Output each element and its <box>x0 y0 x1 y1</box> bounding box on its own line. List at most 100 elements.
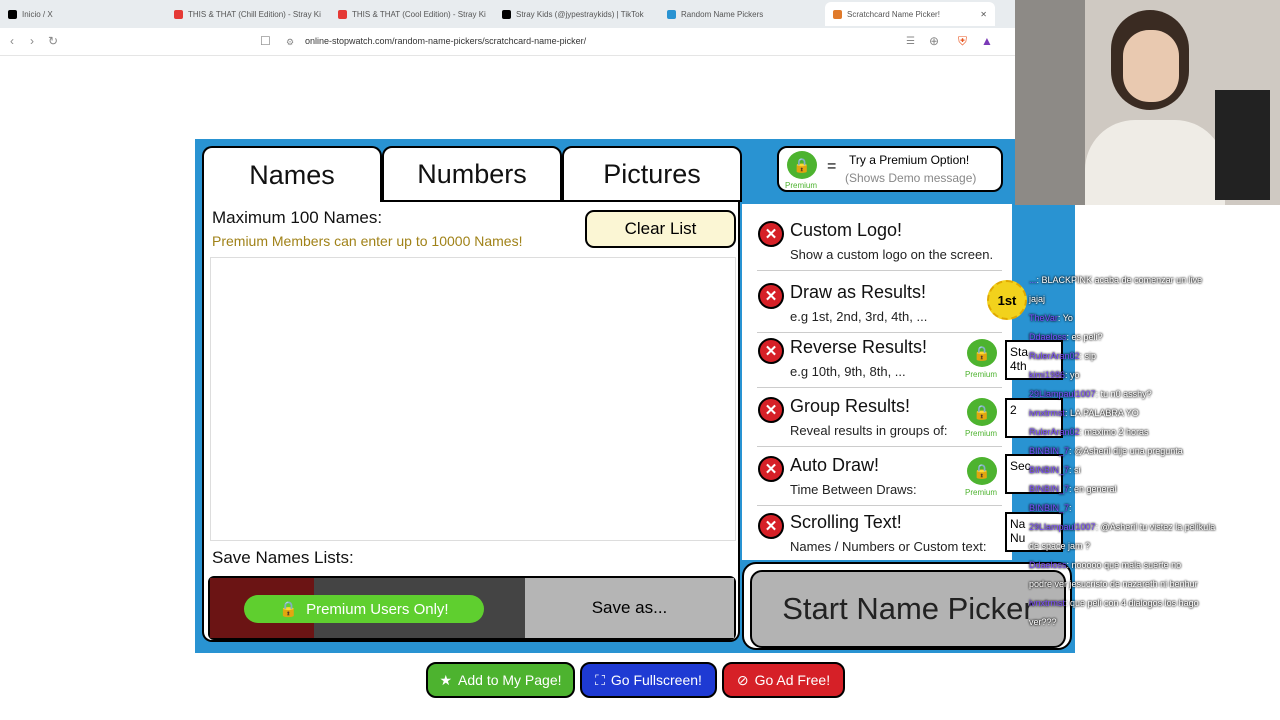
chat-username: BINBIN_7 <box>1029 503 1070 513</box>
reload-icon[interactable]: ↻ <box>48 34 58 48</box>
feature-title: Draw as Results! <box>790 282 927 302</box>
feature-subtitle: Names / Numbers or Custom text: <box>790 539 987 554</box>
feature-row[interactable]: ✕ Scrolling Text! Names / Numbers or Custo… <box>757 508 1002 563</box>
disabled-x-icon[interactable]: ✕ <box>758 456 784 482</box>
browser-tab-label: Scratchcard Name Picker! <box>847 9 940 19</box>
feature-row[interactable]: ✕ Reverse Results! e.g 10th, 9th, 8th, ...… <box>757 333 1002 388</box>
webcam-microphone <box>1215 90 1270 200</box>
chat-username: 29Llampaul1007 <box>1029 389 1096 399</box>
chat-message: de space jam ? <box>1029 541 1090 551</box>
chat-username: kimi1986 <box>1029 370 1066 380</box>
disabled-x-icon[interactable]: ✕ <box>758 397 784 423</box>
chat-text: : yo <box>1065 370 1080 380</box>
clear-list-button[interactable]: Clear List <box>585 210 736 248</box>
premium-lock-icon[interactable]: 🔒 <box>967 398 997 426</box>
chat-message: RulerAran02: maximo 2 horas <box>1029 427 1149 437</box>
chat-overlay: ...: BLACKPINK acaba de comenzar un live… <box>1023 205 1275 627</box>
chat-text: ver??? <box>1029 617 1057 627</box>
chat-text: jajaj <box>1029 294 1046 304</box>
feature-row[interactable]: ✕ Group Results! Reveal results in groups … <box>757 392 1002 447</box>
browser-tab[interactable]: THIS & THAT (Chill Edition) - Stray Ki <box>174 4 324 24</box>
translate-icon[interactable]: ☰ <box>906 36 915 47</box>
url-field[interactable]: online-stopwatch.com/random-name-pickers… <box>305 36 586 46</box>
premium-users-only-label: Premium Users Only! <box>306 600 449 618</box>
chat-username: BINBIN_7 <box>1029 465 1070 475</box>
browser-tab[interactable]: Stray Kids (@jypestraykids) | TikTok <box>502 4 652 24</box>
browser-tab[interactable]: THIS & THAT (Cool Edition) - Stray Ki <box>338 4 488 24</box>
chat-text: : Yo <box>1057 313 1073 323</box>
tab-pictures[interactable]: Pictures <box>562 146 742 202</box>
disabled-x-icon[interactable]: ✕ <box>758 338 784 364</box>
close-tab-icon[interactable]: ✕ <box>980 10 987 19</box>
webcam-face <box>1123 30 1179 102</box>
fullscreen-icon: ⛶ <box>595 671 605 688</box>
chat-username: ivnxtrmst <box>1029 408 1065 418</box>
webcam-wall <box>1015 0 1085 205</box>
fullscreen-button[interactable]: ⛶ Go Fullscreen! <box>580 662 717 698</box>
chat-text: : si <box>1069 465 1081 475</box>
chat-message: BINBIN_7: <box>1029 503 1072 513</box>
save-lists-label: Save Names Lists: <box>212 548 354 567</box>
add-to-page-label: Add to My Page! <box>458 672 562 688</box>
feature-row[interactable]: ✕ Auto Draw! Time Between Draws: 🔒 Premium <box>757 451 1002 506</box>
tab-numbers[interactable]: Numbers <box>382 146 562 202</box>
feature-row[interactable]: ✕ Custom Logo! Show a custom logo on the s… <box>757 216 1002 271</box>
chat-text: : que peli con 4 dialogos los hago <box>1065 598 1199 608</box>
zoom-icon[interactable]: ⊕ <box>929 34 939 48</box>
shield-icon[interactable]: ⛨ <box>958 34 967 49</box>
tab-names[interactable]: Names <box>202 146 382 202</box>
add-to-page-button[interactable]: ★ Add to My Page! <box>426 662 575 698</box>
premium-lock-icon[interactable]: 🔒 <box>967 457 997 485</box>
feature-subtitle: Reveal results in groups of: <box>790 423 948 438</box>
start-name-picker-button[interactable]: Start Name Picker <box>750 570 1066 648</box>
browser-tab-label: Random Name Pickers <box>681 9 764 19</box>
save-as-button[interactable]: Save as... <box>525 578 734 638</box>
disabled-x-icon[interactable]: ✕ <box>758 283 784 309</box>
chat-text: : en general <box>1069 484 1117 494</box>
feature-title: Auto Draw! <box>790 455 880 475</box>
disabled-x-icon[interactable]: ✕ <box>758 513 784 539</box>
premium-option-banner[interactable]: 🔒 Premium = Try a Premium Option! (Shows… <box>777 146 1003 192</box>
browser-tab-label: Inicio / X <box>22 9 53 19</box>
browser-tab[interactable]: Scratchcard Name Picker! ✕ <box>825 2 995 26</box>
back-icon[interactable]: ‹ <box>10 34 14 48</box>
chat-message: TheVar: Yo <box>1029 313 1073 323</box>
first-place-rosette: 1st <box>987 280 1027 320</box>
chat-username: ... <box>1029 275 1037 285</box>
chat-text: : BLACKPINK acaba de comenzar un live <box>1036 275 1203 285</box>
chat-message: jajaj <box>1029 294 1045 304</box>
premium-tag: Premium <box>965 429 998 438</box>
disabled-x-icon[interactable]: ✕ <box>758 221 784 247</box>
chat-text: de space jam ? <box>1029 541 1091 551</box>
chat-message: ivnxtrmst: LA PALABRA YO <box>1029 408 1139 418</box>
names-textarea[interactable] <box>210 257 736 541</box>
feature-title: Reverse Results! <box>790 337 928 357</box>
chat-username: RulerAran02 <box>1029 427 1080 437</box>
ad-free-button[interactable]: ⊘ Go Ad Free! <box>722 662 845 698</box>
max-names-label: Maximum 100 Names: <box>212 208 383 227</box>
chat-text: : nooooo que mala suerte no <box>1066 560 1182 570</box>
browser-tab-label: Stray Kids (@jypestraykids) | TikTok <box>516 9 644 19</box>
bookmark-icon[interactable]: ☐ <box>260 34 271 48</box>
premium-tag: Premium <box>965 370 998 379</box>
chat-message: Ddaeloss: nooooo que mala suerte no <box>1029 560 1181 570</box>
equals-sign: = <box>827 158 837 175</box>
forward-icon[interactable]: › <box>30 34 34 48</box>
feature-row[interactable]: ✕ Draw as Results! e.g 1st, 2nd, 3rd, 4th,… <box>757 278 1002 333</box>
browser-tab[interactable]: Random Name Pickers <box>667 4 817 24</box>
premium-users-only-badge[interactable]: 🔒 Premium Users Only! <box>244 595 484 623</box>
ad-free-label: Go Ad Free! <box>754 672 831 688</box>
feature-subtitle: Time Between Draws: <box>790 482 917 497</box>
lock-icon: 🔒 <box>787 151 817 179</box>
tab-favicon-icon <box>8 9 17 19</box>
chat-text: : <box>1069 503 1072 513</box>
tab-favicon-icon <box>338 9 347 19</box>
chat-username: Ddaeloss <box>1029 332 1067 342</box>
chat-text: : sip <box>1079 351 1097 361</box>
star-icon: ★ <box>439 671 453 688</box>
site-info-icon[interactable]: ⚙ <box>286 37 294 48</box>
premium-lock-icon[interactable]: 🔒 <box>967 339 997 367</box>
chat-text: : es peli? <box>1066 332 1103 342</box>
extension-icon[interactable]: ▲ <box>981 34 993 48</box>
browser-tab[interactable]: Inicio / X <box>8 4 158 24</box>
